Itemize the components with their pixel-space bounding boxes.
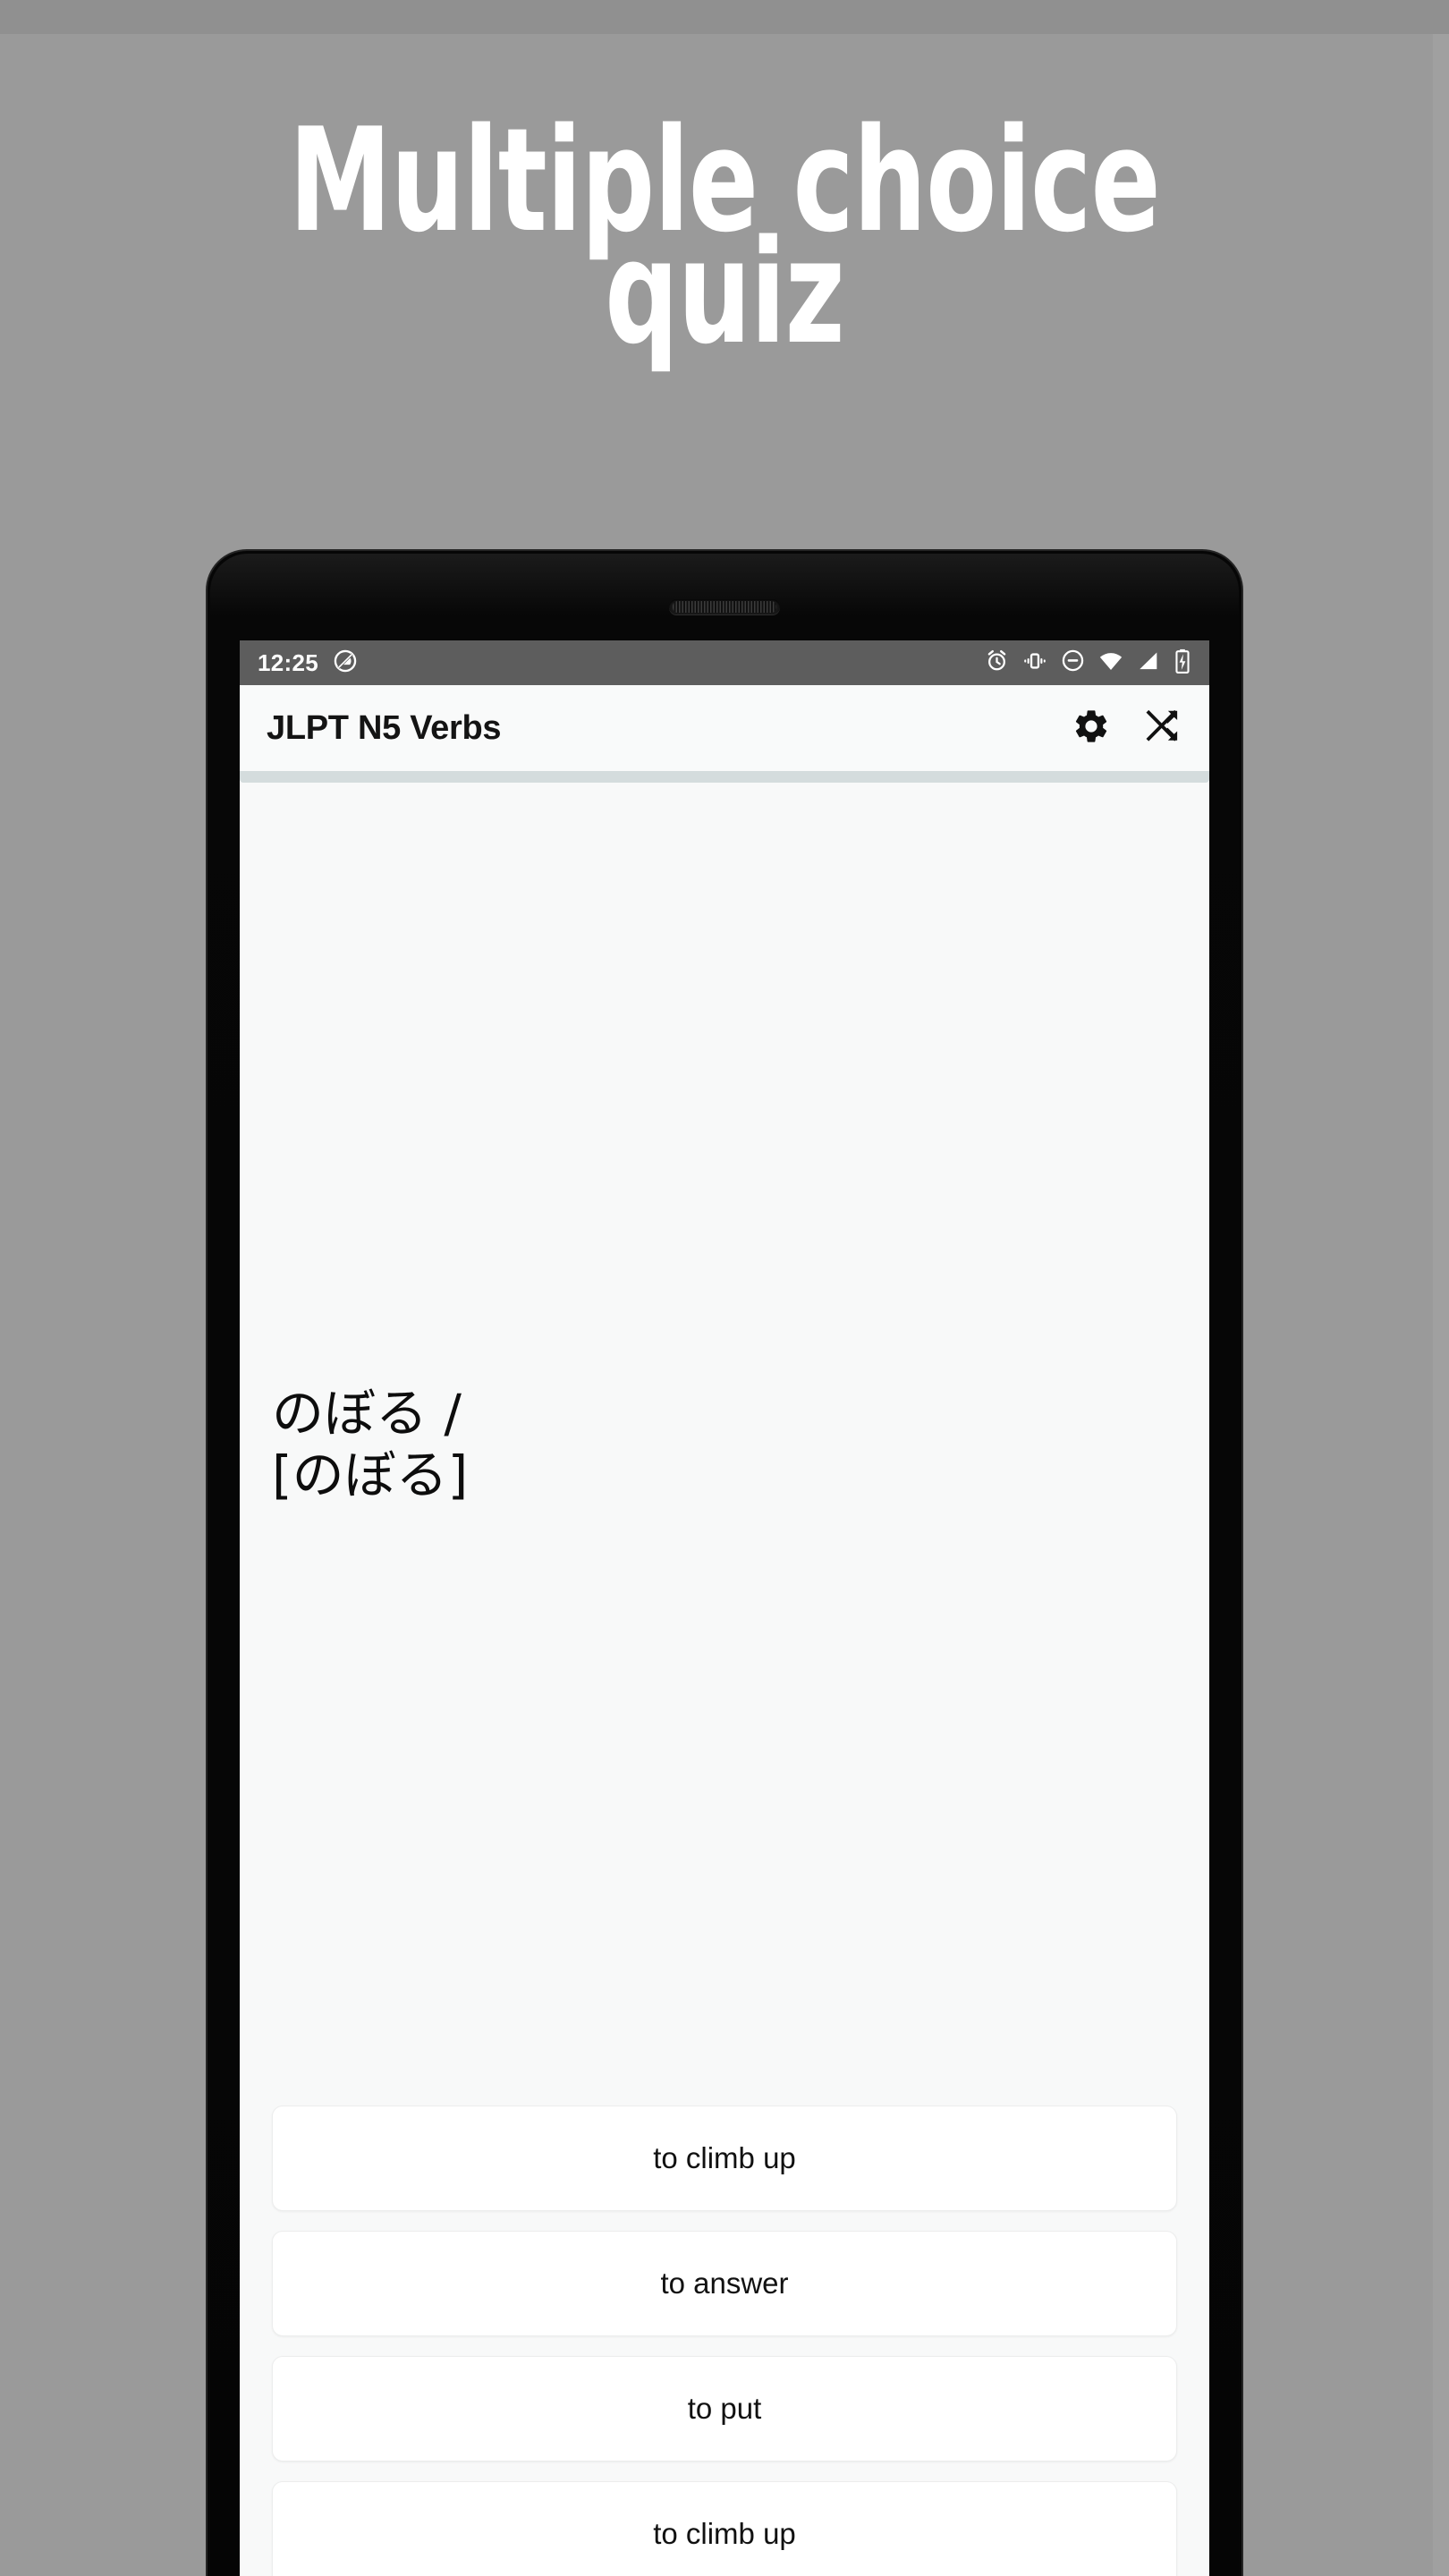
answer-option-label: to climb up [653,2141,796,2174]
status-bar: 12:25 [240,640,1209,685]
answer-option-2[interactable]: to answer [272,2231,1177,2336]
right-edge-strip [1433,34,1449,2576]
settings-button[interactable] [1072,707,1111,750]
promo-headline: Multiple choice quiz [145,109,1304,364]
vibrate-icon [1022,648,1047,678]
answer-option-label: to answer [660,2267,789,2300]
rotation-locked-icon [333,648,358,678]
question-prompt: のぼる / [のぼる] [272,1383,469,1505]
do-not-disturb-icon [1061,648,1085,677]
wifi-icon [1098,648,1123,678]
speaker-mesh [673,601,776,613]
answer-option-3[interactable]: to put [272,2356,1177,2462]
phone-mockup: 12:25 JLPT N5 Verbs のぼる / [のぼる] to climb… [208,551,1241,2576]
top-band [0,0,1449,34]
answer-options-list: to climb up to answer to put to climb up [240,2106,1209,2576]
phone-screen: 12:25 JLPT N5 Verbs のぼる / [のぼる] to climb… [240,640,1209,2576]
cell-signal-icon [1137,649,1160,677]
app-bar: JLPT N5 Verbs [240,685,1209,771]
status-bar-left: 12:25 [258,648,358,678]
app-bar-actions [1072,707,1182,750]
earpiece-speaker-icon [669,599,780,614]
shuffle-button[interactable] [1143,707,1182,750]
status-bar-right [985,648,1191,678]
answer-option-4[interactable]: to climb up [272,2481,1177,2576]
app-bar-divider [240,771,1209,783]
answer-option-label: to put [687,2392,762,2425]
answer-option-label: to climb up [653,2517,796,2550]
status-bar-clock: 12:25 [258,648,318,676]
alarm-icon [985,648,1009,677]
quiz-screen: のぼる / [のぼる] to climb up to answer to put… [240,783,1209,2576]
answer-option-1[interactable]: to climb up [272,2106,1177,2211]
promo-canvas: Multiple choice quiz 12:25 JLPT N5 Verbs… [0,0,1449,2576]
app-title: JLPT N5 Verbs [267,708,502,747]
question-area: のぼる / [のぼる] [240,783,1209,2106]
battery-charging-icon [1174,648,1191,678]
